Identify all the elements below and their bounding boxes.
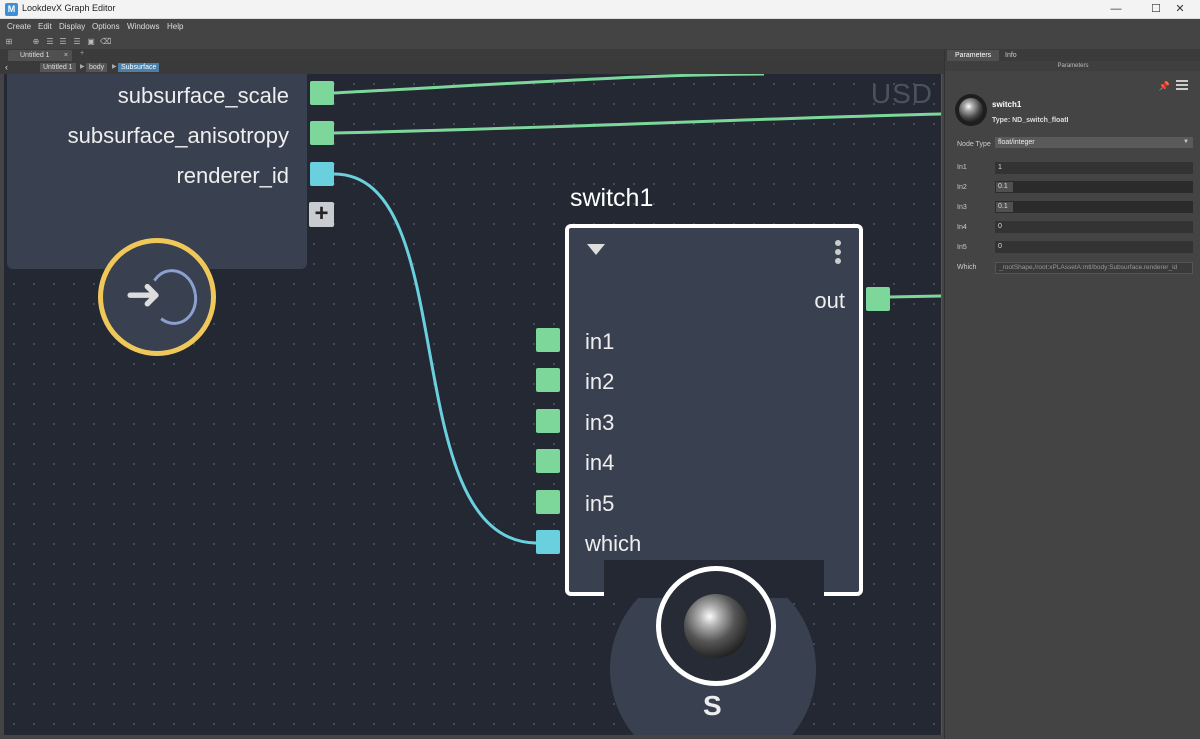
param-label-in1: In1 — [957, 164, 967, 171]
tab-parameters[interactable]: Parameters — [947, 50, 1000, 61]
node-graph-canvas[interactable]: USD subsurface_scale subsurface_anisotro… — [4, 74, 942, 735]
switch-node[interactable]: out in1 in2 in3 in4 in5 which — [565, 224, 863, 596]
panel-node-name: switch1 — [992, 100, 1022, 109]
output-label-subsurface-anisotropy: subsurface_anisotropy — [67, 123, 289, 148]
minimize-button[interactable]: — — [1096, 0, 1136, 19]
menu-help[interactable]: Help — [167, 22, 183, 31]
input-label-which: which — [585, 531, 642, 556]
title-bar: M LookdevX Graph Editor — ☐ ✕ — [0, 0, 1200, 19]
add-node-icon[interactable]: ⊕ — [31, 37, 41, 46]
node-badge-s: S — [703, 690, 722, 721]
menu-windows[interactable]: Windows — [127, 22, 159, 31]
param-field-which[interactable]: _rootShape,/root:xPLAssetA:mtl/body:Subs… — [995, 262, 1193, 274]
close-button[interactable]: ✕ — [1160, 0, 1200, 19]
port-which[interactable] — [536, 530, 560, 554]
node-type-label: Node Type — [957, 141, 991, 148]
param-field-in1[interactable]: 1 — [995, 162, 1193, 174]
param-field-in4[interactable]: 0 — [995, 221, 1193, 233]
chevron-down-icon: ▼ — [1183, 139, 1189, 145]
param-value-in4: 0 — [998, 223, 1002, 230]
param-field-in5[interactable]: 0 — [995, 241, 1193, 253]
parameters-panel: Parameters Info Parameters 📌 switch1 Typ… — [944, 49, 1200, 739]
param-field-in3[interactable]: 0.1 — [995, 201, 1193, 213]
list-icon[interactable]: ☰ — [45, 37, 55, 46]
input-label-in1: in1 — [585, 329, 615, 354]
wire-subsurface-scale — [333, 74, 765, 95]
wire-subsurface-anisotropy — [333, 112, 941, 135]
param-field-in2[interactable]: 0.1 — [995, 181, 1193, 193]
collapse-arrow-icon[interactable] — [587, 244, 605, 255]
input-label-in2: in2 — [585, 369, 615, 394]
tab-close-icon[interactable]: × — [64, 50, 68, 61]
align-icon[interactable]: ☰ — [72, 37, 82, 46]
toolbar: ⊞ ⊕ ☰ ☰ ☰ ▣ ⌫ — [0, 35, 944, 49]
input-label-in4: in4 — [585, 450, 615, 475]
panel-node-type: Type: ND_switch_floatI — [992, 117, 1069, 124]
node-type-value: float/integer — [998, 139, 1035, 146]
param-value-in5: 0 — [998, 243, 1002, 250]
node-type-dropdown[interactable]: float/integer ▼ — [995, 137, 1193, 148]
port-in5[interactable] — [536, 490, 560, 514]
frame-icon[interactable]: ▣ — [86, 37, 96, 46]
port-out[interactable] — [866, 287, 890, 311]
output-label-renderer-id: renderer_id — [176, 163, 289, 188]
tab-info[interactable]: Info — [997, 50, 1025, 61]
panel-section-header: Parameters — [945, 61, 1200, 71]
breadcrumb-subsurface[interactable]: Subsurface — [118, 63, 160, 72]
param-value-in3: 0.1 — [996, 202, 1013, 212]
breadcrumb-separator-icon: ▶ — [80, 64, 85, 70]
add-output-button[interactable]: + — [309, 202, 334, 227]
output-label-subsurface-scale: subsurface_scale — [117, 83, 289, 108]
wire-out — [888, 294, 941, 299]
output-label-out: out — [814, 288, 845, 313]
breadcrumb-separator-icon: ▶ — [112, 64, 117, 70]
breadcrumb: ‹ Untitled 1 ▶ body ▶ Subsurface — [0, 61, 944, 74]
node-output-ring[interactable]: ➜ — [98, 238, 216, 356]
port-subsurface-scale[interactable] — [310, 81, 334, 105]
port-in2[interactable] — [536, 368, 560, 392]
param-label-in5: In5 — [957, 244, 967, 251]
tab-untitled-1[interactable]: Untitled 1 × — [8, 50, 72, 61]
port-subsurface-anisotropy[interactable] — [310, 121, 334, 145]
kebab-menu-icon[interactable] — [835, 240, 841, 267]
param-label-in2: In2 — [957, 184, 967, 191]
add-tab-icon[interactable]: + — [80, 50, 84, 57]
clear-icon[interactable]: ⌫ — [100, 37, 111, 46]
tab-bar: Untitled 1 × + — [0, 49, 944, 61]
breadcrumb-untitled[interactable]: Untitled 1 — [40, 63, 76, 72]
graph-layout-icon[interactable]: ⊞ — [4, 37, 14, 46]
node-shader-ball-icon — [955, 94, 987, 126]
input-label-in5: in5 — [585, 491, 615, 516]
param-label-in3: In3 — [957, 204, 967, 211]
port-in4[interactable] — [536, 449, 560, 473]
menu-display[interactable]: Display — [59, 22, 85, 31]
port-renderer-id[interactable] — [310, 162, 334, 186]
menu-bar: Create Edit Display Options Windows Help — [0, 19, 1200, 35]
param-value-in1: 1 — [998, 164, 1002, 171]
list-alt-icon[interactable]: ☰ — [58, 37, 68, 46]
menu-options[interactable]: Options — [92, 22, 120, 31]
hamburger-menu-icon[interactable] — [1176, 80, 1188, 92]
switch-node-title: switch1 — [570, 184, 654, 212]
menu-edit[interactable]: Edit — [38, 22, 52, 31]
app-icon: M — [5, 3, 18, 16]
breadcrumb-body[interactable]: body — [86, 63, 108, 72]
back-chevron-icon[interactable]: ‹ — [5, 62, 8, 72]
input-label-in3: in3 — [585, 410, 615, 435]
shader-ball-icon[interactable] — [684, 594, 748, 658]
param-label-which: Which — [957, 264, 977, 271]
wire-renderer-id-to-which — [333, 172, 537, 545]
window-title: LookdevX Graph Editor — [22, 3, 116, 13]
lookdevx-window: M LookdevX Graph Editor — ☐ ✕ Create Edi… — [0, 0, 1200, 739]
panel-tabs: Parameters Info — [945, 49, 1200, 61]
param-value-in2: 0.1 — [996, 182, 1013, 192]
port-in1[interactable] — [536, 328, 560, 352]
pin-icon[interactable]: 📌 — [1159, 81, 1170, 92]
menu-create[interactable]: Create — [7, 22, 31, 31]
port-in3[interactable] — [536, 409, 560, 433]
param-label-in4: In4 — [957, 224, 967, 231]
tab-label: Untitled 1 — [20, 52, 50, 59]
